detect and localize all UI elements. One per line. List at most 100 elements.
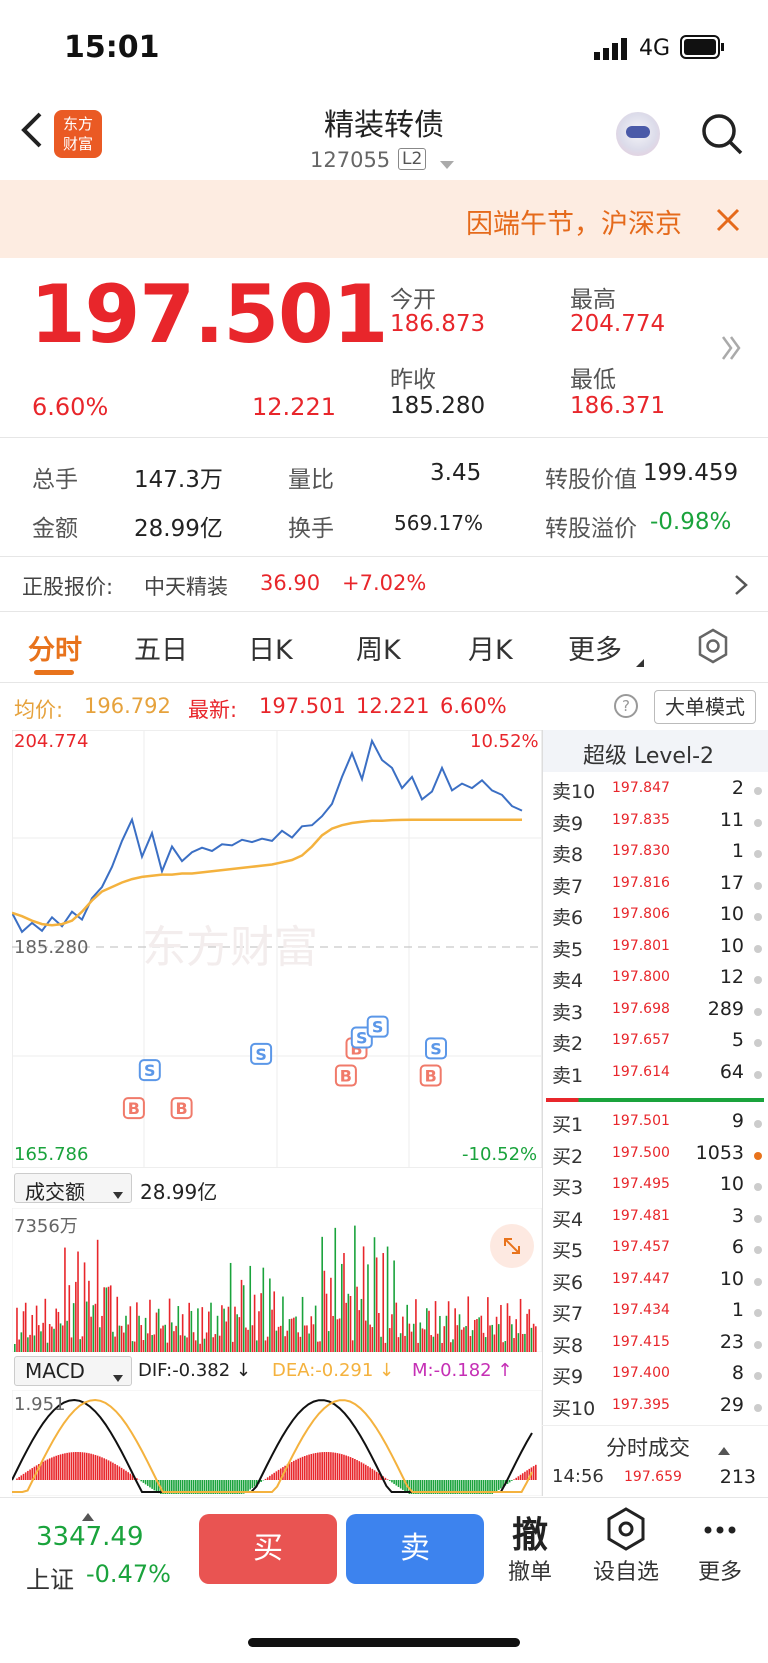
- macd-bar: [269, 1475, 271, 1480]
- macd-selector[interactable]: MACD: [14, 1356, 132, 1386]
- close-icon[interactable]: [716, 208, 740, 236]
- more-button[interactable]: 更多: [680, 1506, 760, 1586]
- macd-bar: [308, 1454, 310, 1480]
- tab-more[interactable]: 更多: [568, 628, 622, 667]
- index-pct[interactable]: -0.47%: [86, 1560, 171, 1588]
- volume-bar: [14, 1344, 16, 1352]
- volume-bar: [295, 1316, 297, 1352]
- cancel-order-button[interactable]: 撤 撤单: [490, 1506, 570, 1586]
- latest-label: 最新:: [188, 698, 238, 722]
- macd-bar: [22, 1473, 25, 1480]
- bid-volume: 1: [731, 1299, 744, 1321]
- index-value[interactable]: 3347.49: [36, 1522, 144, 1552]
- bid-volume: 23: [719, 1330, 744, 1353]
- ask-volume: 64: [719, 1060, 744, 1083]
- chevron-right-double-icon[interactable]: [720, 334, 742, 366]
- signal-marker-label: B: [128, 1099, 140, 1118]
- volume-bar: [181, 1314, 184, 1352]
- volume-bar: [489, 1325, 491, 1352]
- macd-bar: [319, 1452, 321, 1480]
- volume-bar: [286, 1330, 289, 1352]
- volume-bar: [297, 1332, 299, 1352]
- volume-bar: [221, 1305, 223, 1352]
- volume-bar: [443, 1326, 446, 1352]
- volume-bar: [197, 1308, 199, 1352]
- macd-chart: [12, 1390, 542, 1496]
- underlying-change: +7.02%: [342, 571, 427, 595]
- macd-bar: [535, 1464, 537, 1480]
- tab-five-day[interactable]: 五日: [134, 628, 188, 667]
- macd-bar: [101, 1457, 103, 1480]
- settings-icon[interactable]: [695, 628, 731, 668]
- volume-bar: [360, 1298, 363, 1352]
- underlying-stock-row[interactable]: 正股报价: 中天精装 36.90 +7.02%: [0, 557, 768, 611]
- volume-bar: [524, 1333, 526, 1352]
- chevron-down-icon[interactable]: [440, 156, 454, 175]
- volume-bar: [325, 1293, 328, 1352]
- macd-bar: [513, 1479, 515, 1480]
- macd-bar: [53, 1456, 55, 1480]
- volume-bar: [397, 1337, 400, 1352]
- macd-bar: [146, 1480, 149, 1486]
- ask-level: 卖4: [552, 970, 584, 992]
- volume-bar: [85, 1301, 88, 1352]
- bid-price: 197.395: [612, 1396, 670, 1413]
- notice-banner[interactable]: 因端午节，沪深京: [0, 180, 768, 258]
- bid-level: 买8: [552, 1334, 584, 1357]
- volume-bar: [151, 1335, 153, 1352]
- tab-monthly-k[interactable]: 月K: [468, 628, 513, 667]
- volume-bar: [253, 1294, 256, 1352]
- low-label: 最低: [570, 367, 616, 393]
- change-amount: 12.221: [252, 393, 336, 421]
- tab-weekly-k[interactable]: 周K: [356, 628, 401, 667]
- volume-bar: [168, 1298, 171, 1352]
- tab-daily-k[interactable]: 日K: [248, 628, 293, 667]
- bid-volume: 9: [731, 1110, 744, 1132]
- intraday-price-chart[interactable]: 东方财富 SB BSBBSSBS: [12, 730, 542, 1168]
- macd-bar: [497, 1480, 500, 1490]
- status-dot: [754, 944, 762, 953]
- volume-bar: [323, 1270, 326, 1352]
- volume-selector[interactable]: 成交额: [14, 1173, 132, 1204]
- bid-row: 买2 197.500 1053: [552, 1140, 768, 1171]
- volume-bar: [299, 1336, 302, 1352]
- volume-bar: [384, 1342, 387, 1352]
- macd-bar: [393, 1480, 395, 1484]
- macd-bar: [64, 1453, 66, 1480]
- macd-bar: [264, 1478, 267, 1480]
- volume-bar: [175, 1325, 177, 1352]
- ask-price: 197.806: [612, 906, 670, 922]
- bid-price: 197.495: [612, 1176, 670, 1192]
- chart-top-price: 204.774: [14, 731, 89, 752]
- macd-bar: [317, 1452, 319, 1480]
- volume-bar: [83, 1262, 86, 1352]
- add-favorite-button[interactable]: 设自选: [586, 1506, 666, 1586]
- macd-bar: [367, 1466, 369, 1480]
- bid-level: 买4: [552, 1208, 584, 1231]
- trades-title[interactable]: 分时成交: [606, 1432, 690, 1462]
- volume-bar: [321, 1236, 323, 1352]
- bid-row: 买8 197.415 23: [552, 1329, 768, 1360]
- macd-bar: [384, 1477, 387, 1480]
- ask-row: 卖1 197.614 64: [552, 1059, 768, 1090]
- watermark-logo-text: 东方财富: [142, 923, 318, 972]
- ask-volume: 1: [731, 840, 744, 862]
- volume-bar: [476, 1319, 478, 1352]
- volume-bar: [336, 1319, 339, 1352]
- big-order-mode-button[interactable]: 大单模式: [654, 690, 756, 724]
- macd-bar: [297, 1458, 299, 1480]
- search-icon[interactable]: [700, 112, 744, 160]
- volume-bar: [46, 1342, 49, 1352]
- index-name[interactable]: 上证: [26, 1560, 74, 1595]
- help-icon[interactable]: ?: [614, 694, 638, 718]
- volume-bar: [214, 1334, 217, 1352]
- expand-icon[interactable]: [490, 1224, 534, 1268]
- volume-bar: [44, 1298, 47, 1352]
- volume-bar: [345, 1302, 347, 1352]
- volume-bar: [77, 1251, 79, 1352]
- sell-button[interactable]: 卖: [346, 1514, 484, 1584]
- tab-intraday[interactable]: 分时: [28, 628, 82, 667]
- buy-button[interactable]: 买: [199, 1514, 337, 1584]
- robot-assistant-icon[interactable]: [616, 112, 660, 156]
- volume-bar: [242, 1285, 245, 1352]
